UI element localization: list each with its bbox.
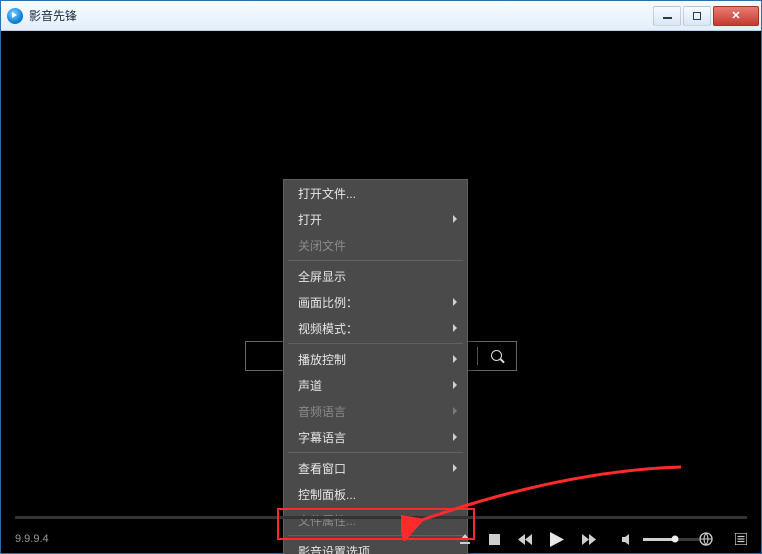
menu-item[interactable]: 打开 <box>284 206 467 232</box>
submenu-arrow-icon <box>453 407 457 415</box>
menu-item-label: 关闭文件 <box>298 237 346 254</box>
menu-separator <box>288 260 463 261</box>
menu-item-label: 全屏显示 <box>298 268 346 285</box>
volume-slider[interactable] <box>643 538 699 541</box>
search-icon <box>491 350 504 363</box>
volume-knob[interactable] <box>672 536 679 543</box>
menu-item-label: 画面比例： <box>298 294 358 311</box>
menu-item[interactable]: 字幕语言 <box>284 424 467 450</box>
menu-item[interactable]: 声道 <box>284 372 467 398</box>
menu-separator <box>288 343 463 344</box>
submenu-arrow-icon <box>453 298 457 306</box>
menu-separator <box>288 452 463 453</box>
playback-controls <box>459 532 596 547</box>
prev-button[interactable] <box>518 534 532 545</box>
menu-item: 关闭文件 <box>284 232 467 258</box>
video-area[interactable]: V 打开文件...打开关闭文件全屏显示画面比例：视频模式：播放控制声道音频语言字… <box>1 31 761 553</box>
menu-item-label: 播放控制 <box>298 351 346 368</box>
menu-item[interactable]: 查看窗口 <box>284 455 467 481</box>
menu-item: 音频语言 <box>284 398 467 424</box>
eject-button[interactable] <box>459 533 471 545</box>
submenu-arrow-icon <box>453 381 457 389</box>
menu-item[interactable]: 控制面板... <box>284 481 467 507</box>
app-window: 影音先锋 ✕ V 打开文件...打开关闭文件全屏显示画面比例：视频模式：播放控制… <box>0 0 762 554</box>
control-bar: 9.9.9.4 <box>1 525 761 553</box>
search-button[interactable] <box>478 342 516 370</box>
submenu-arrow-icon <box>453 215 457 223</box>
window-title: 影音先锋 <box>29 7 77 24</box>
next-button[interactable] <box>582 534 596 545</box>
app-icon <box>7 8 23 24</box>
stop-button[interactable] <box>489 534 500 545</box>
version-label: 9.9.9.4 <box>15 533 49 545</box>
menu-item-label: 字幕语言 <box>298 429 346 446</box>
menu-item[interactable]: 播放控制 <box>284 346 467 372</box>
submenu-arrow-icon <box>453 355 457 363</box>
maximize-button[interactable] <box>683 6 711 26</box>
mute-button[interactable] <box>622 534 635 545</box>
right-controls <box>699 532 747 546</box>
progress-bar[interactable] <box>15 516 747 519</box>
titlebar: 影音先锋 ✕ <box>1 1 761 31</box>
submenu-arrow-icon <box>453 464 457 472</box>
close-button[interactable]: ✕ <box>713 6 759 26</box>
play-button[interactable] <box>550 532 564 547</box>
menu-item-label: 打开文件... <box>298 185 356 202</box>
submenu-arrow-icon <box>453 433 457 441</box>
menu-item[interactable]: 视频模式： <box>284 315 467 341</box>
window-controls: ✕ <box>651 6 759 26</box>
menu-item[interactable]: 全屏显示 <box>284 263 467 289</box>
context-menu: 打开文件... 打开关闭文件全屏显示画面比例： 视频模式： 播放控制声道音频语言字幕语… <box>283 179 468 554</box>
volume-control <box>622 534 699 545</box>
menu-item-label: 音频语言 <box>298 403 346 420</box>
network-button[interactable] <box>699 532 713 546</box>
menu-item-label: 打开 <box>298 211 322 228</box>
menu-item-label: 声道 <box>298 377 322 394</box>
menu-item[interactable]: 画面比例： <box>284 289 467 315</box>
minimize-button[interactable] <box>653 6 681 26</box>
submenu-arrow-icon <box>453 324 457 332</box>
playlist-button[interactable] <box>735 533 747 545</box>
menu-item-label: 查看窗口 <box>298 460 346 477</box>
menu-item[interactable]: 打开文件... <box>284 180 467 206</box>
menu-item-label: 视频模式： <box>298 320 358 337</box>
menu-item-label: 控制面板... <box>298 486 356 503</box>
